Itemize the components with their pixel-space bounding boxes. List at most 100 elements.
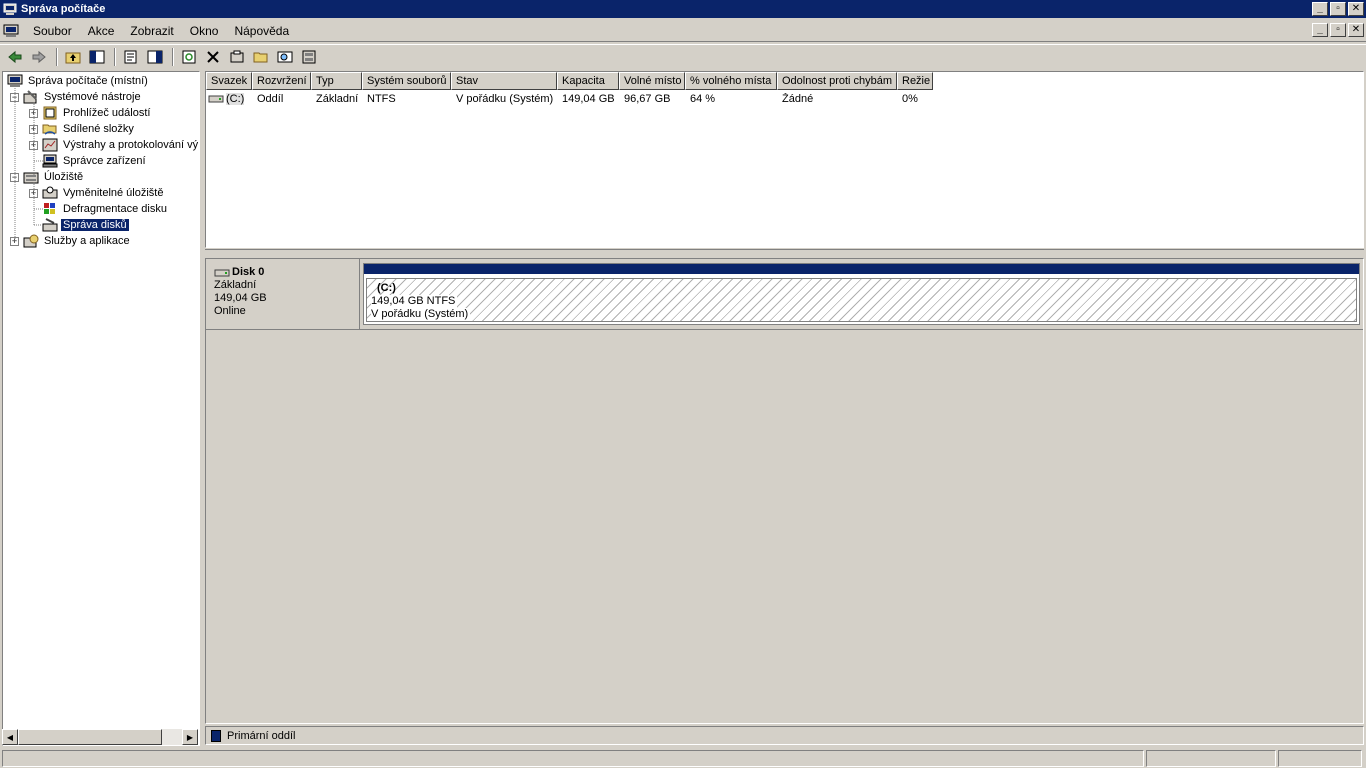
column-header-free-percent[interactable]: % volného místa <box>685 72 777 90</box>
tree-label: Prohlížeč událostí <box>63 107 151 119</box>
delete-button[interactable] <box>202 47 224 67</box>
minimize-icon: _ <box>1317 24 1323 35</box>
partition-c[interactable]: (C:) 149,04 GB NTFS V pořádku (Systém) <box>363 263 1360 325</box>
column-header-status[interactable]: Stav <box>451 72 557 90</box>
hard-disk-icon <box>214 269 230 276</box>
cell-type: Základní <box>316 93 359 105</box>
console-tree[interactable]: Správa počítače (místní) − Systémové nás… <box>2 71 200 746</box>
restore-icon: ▫ <box>1336 24 1340 35</box>
open-folder-icon <box>253 52 268 62</box>
toolbar <box>0 44 1366 68</box>
disk-state: Online <box>214 305 246 317</box>
cell-free-percent: 64 % <box>690 93 716 105</box>
refresh-button[interactable] <box>178 47 200 67</box>
up-button[interactable] <box>62 47 84 67</box>
column-header-filesystem[interactable]: Systém souborů <box>362 72 451 90</box>
column-header-layout[interactable]: Rozvržení <box>252 72 311 90</box>
cell-overhead: 0% <box>902 93 918 105</box>
show-tree-icon <box>89 50 105 63</box>
disk-size: 149,04 GB <box>214 292 267 304</box>
close-icon: ✕ <box>1351 3 1361 14</box>
column-header-type[interactable]: Typ <box>311 72 362 90</box>
disk-row[interactable]: Disk 0 Základní 149,04 GB Online (C:) 14… <box>206 259 1363 330</box>
status-pane-main <box>2 750 1144 767</box>
scroll-right-button[interactable]: ▶ <box>182 729 198 745</box>
close-button[interactable]: ✕ <box>1348 2 1364 16</box>
arrow-left-icon: ◀ <box>6 732 14 742</box>
scroll-track[interactable] <box>162 729 182 745</box>
settings-icon <box>230 50 244 62</box>
primary-partition-swatch <box>211 729 221 742</box>
cell-status: V pořádku (Systém) <box>456 93 554 105</box>
properties-icon <box>124 50 137 63</box>
disk-properties-icon <box>302 50 316 63</box>
back-arrow-icon <box>8 50 22 63</box>
back-button[interactable] <box>4 47 26 67</box>
drive-icon <box>208 95 224 103</box>
table-row[interactable]: (C:) Oddíl Základní NTFS V pořádku (Syst… <box>206 91 933 107</box>
column-header-free-space[interactable]: Volné místo <box>619 72 685 90</box>
computer-icon <box>3 3 17 15</box>
partition-status: V pořádku (Systém) <box>371 308 471 321</box>
minimize-icon: _ <box>1317 3 1323 14</box>
tree-label: Správa disků <box>61 219 129 231</box>
scroll-thumb[interactable] <box>18 729 162 745</box>
menu-file[interactable]: Soubor <box>25 24 80 38</box>
cell-volume: (C:) <box>206 93 252 105</box>
properties-button[interactable] <box>120 47 142 67</box>
status-pane-3 <box>1278 750 1362 767</box>
restore-icon: ▫ <box>1336 3 1340 14</box>
legend: Primární oddíl <box>205 726 1364 745</box>
column-header-capacity[interactable]: Kapacita <box>557 72 619 90</box>
forward-button[interactable] <box>28 47 50 67</box>
restore-button[interactable]: ▫ <box>1330 2 1346 16</box>
volume-list[interactable]: Svazek Rozvržení Typ Systém souborů Stav… <box>205 71 1364 248</box>
cell-free-space: 96,67 GB <box>624 93 671 105</box>
arrow-right-icon: ▶ <box>186 732 194 742</box>
cell-capacity: 149,04 GB <box>562 93 615 105</box>
menu-view[interactable]: Zobrazit <box>122 24 181 38</box>
child-minimize-button[interactable]: _ <box>1312 23 1328 37</box>
column-header-overhead[interactable]: Režie <box>897 72 933 90</box>
tree-horizontal-scrollbar[interactable]: ◀ ▶ <box>2 729 198 745</box>
legend-label: Primární oddíl <box>227 729 296 742</box>
search-button[interactable] <box>274 47 296 67</box>
disk-properties-button[interactable] <box>298 47 320 67</box>
search-icon <box>277 51 293 62</box>
partition-body[interactable]: (C:) 149,04 GB NTFS V pořádku (Systém) <box>366 278 1357 322</box>
minimize-button[interactable]: _ <box>1312 2 1328 16</box>
menu-bar: Soubor Akce Zobrazit Okno Nápověda _ ▫ ✕ <box>0 20 1366 42</box>
open-folder-button[interactable] <box>250 47 272 67</box>
column-header-fault-tolerance[interactable]: Odolnost proti chybám <box>777 72 897 90</box>
disk-name: Disk 0 <box>232 266 265 278</box>
menu-window[interactable]: Okno <box>182 24 227 38</box>
forward-arrow-icon <box>32 50 46 63</box>
cell-layout: Oddíl <box>257 93 284 105</box>
status-pane-2 <box>1146 750 1276 767</box>
disk-graphical-view[interactable]: Disk 0 Základní 149,04 GB Online (C:) 14… <box>205 258 1364 724</box>
toolbar-separator <box>56 47 58 66</box>
scroll-left-button[interactable]: ◀ <box>2 729 18 745</box>
column-header-volume[interactable]: Svazek <box>206 72 252 90</box>
pane-splitter[interactable] <box>205 249 1364 255</box>
export-list-button[interactable] <box>144 47 166 67</box>
tree-label: Sdílené složky <box>63 123 134 135</box>
menu-action[interactable]: Akce <box>80 24 123 38</box>
cell-filesystem: NTFS <box>367 93 396 105</box>
partition-size: 149,04 GB NTFS <box>371 295 458 308</box>
list-header: Svazek Rozvržení Typ Systém souborů Stav… <box>206 72 933 90</box>
tree-lines <box>14 86 43 242</box>
show-tree-button[interactable] <box>86 47 108 67</box>
disk-info[interactable]: Disk 0 Základní 149,04 GB Online <box>206 259 360 329</box>
partition-type-bar <box>364 264 1359 274</box>
tree-label: Vyměnitelné úložiště <box>63 187 164 199</box>
computer-icon[interactable] <box>3 24 19 38</box>
child-restore-button[interactable]: ▫ <box>1330 23 1346 37</box>
settings-button[interactable] <box>226 47 248 67</box>
delete-icon <box>207 50 219 63</box>
menu-help[interactable]: Nápověda <box>226 24 297 38</box>
child-close-button[interactable]: ✕ <box>1348 23 1364 37</box>
up-folder-icon <box>65 52 81 63</box>
volume-name: (C:) <box>226 93 245 105</box>
tree-label: Defragmentace disku <box>63 203 167 215</box>
